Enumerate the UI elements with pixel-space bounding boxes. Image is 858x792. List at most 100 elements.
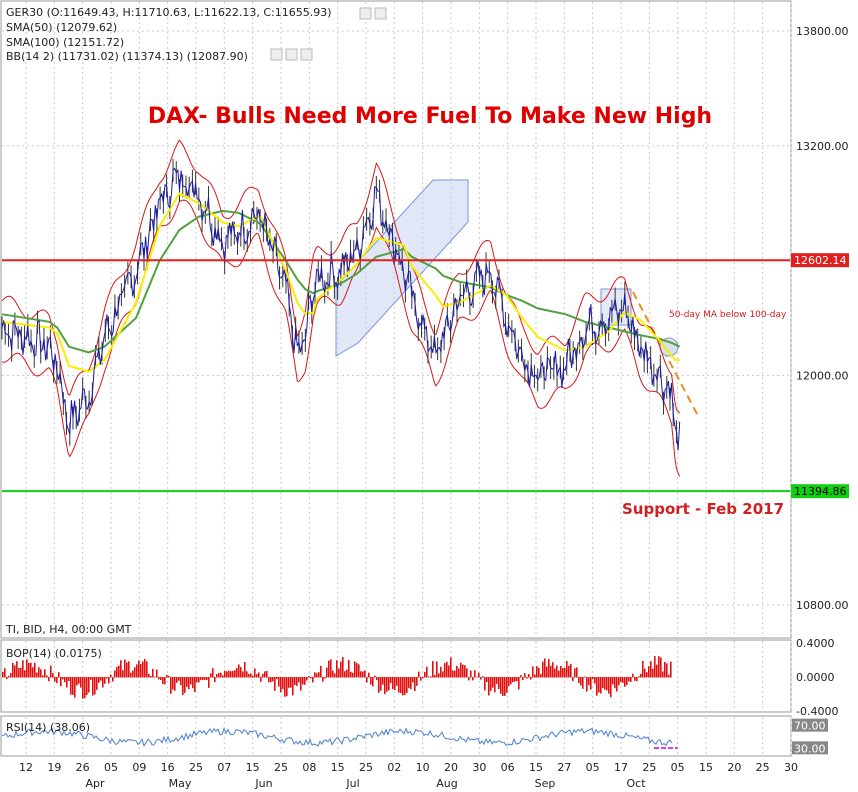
- bop-bar: [60, 677, 62, 687]
- bop-bar: [386, 677, 388, 692]
- x-tick-label: 09: [132, 761, 146, 774]
- bop-bar: [414, 677, 416, 692]
- bop-bar: [404, 677, 406, 695]
- bop-bar: [236, 668, 238, 678]
- x-tick-label: 12: [19, 761, 33, 774]
- bop-bar: [64, 677, 66, 683]
- x-tick-label: 27: [557, 761, 571, 774]
- settings-icon[interactable]: [270, 48, 283, 61]
- bop-bar: [16, 661, 18, 678]
- bop-bar: [252, 675, 254, 678]
- bop-bar: [536, 666, 538, 678]
- bop-bar: [176, 677, 178, 683]
- bop-bar: [66, 677, 68, 688]
- bop-bar: [298, 677, 300, 683]
- x-tick-label: 25: [189, 761, 203, 774]
- bop-bar: [668, 674, 670, 678]
- bop-bar: [598, 677, 600, 693]
- bop-bar: [38, 667, 40, 678]
- bop-bar: [210, 673, 212, 678]
- bop-bar: [152, 668, 154, 678]
- bop-bar: [204, 677, 206, 680]
- timeframe-readout: TI, BID, H4, 00:00 GMT: [5, 623, 132, 636]
- x-tick-label: 25: [359, 761, 373, 774]
- bop-bar: [132, 670, 134, 678]
- bop-bar: [572, 677, 574, 681]
- x-tick-label: 02: [387, 761, 401, 774]
- bop-bar: [482, 676, 484, 678]
- bop-bar: [592, 677, 594, 680]
- settings-icon[interactable]: [359, 7, 372, 20]
- bop-bar: [582, 677, 584, 689]
- bop-bar: [140, 663, 142, 678]
- bop-bar: [2, 671, 4, 678]
- x-tick-label: 05: [104, 761, 118, 774]
- bop-bar: [548, 659, 550, 678]
- bop-bar: [48, 677, 50, 682]
- x-tick-label: 05: [586, 761, 600, 774]
- bop-bar: [492, 677, 494, 688]
- y-tick-label: 10800.00: [796, 599, 849, 612]
- bop-bar: [178, 677, 180, 681]
- bop-bar: [358, 664, 360, 678]
- bop-bar: [162, 677, 164, 684]
- bop-bar: [346, 669, 348, 678]
- bop-bar: [244, 661, 246, 678]
- bop-bar: [630, 677, 632, 682]
- bop-bar: [238, 664, 240, 678]
- bop-bar: [460, 662, 462, 678]
- bop-bar: [230, 671, 232, 678]
- bop-bar: [554, 668, 556, 678]
- bop-bar: [248, 673, 250, 678]
- symbol-readout: GER30 (O:11649.43, H:11710.63, L:11622.1…: [6, 6, 332, 19]
- bop-bar: [206, 677, 208, 680]
- bop-bar: [458, 668, 460, 678]
- bop-bar: [142, 661, 144, 678]
- bop-bar: [636, 677, 638, 682]
- settings-icon[interactable]: [285, 48, 298, 61]
- bop-bar: [566, 661, 568, 678]
- bop-bar: [124, 659, 126, 678]
- bop-bar: [80, 677, 82, 688]
- bop-bar: [270, 677, 272, 683]
- bop-bar: [614, 677, 616, 689]
- bop-bar: [22, 660, 24, 678]
- bop-bar: [310, 677, 312, 679]
- x-month-label: Sep: [535, 777, 556, 790]
- close-icon[interactable]: [374, 7, 387, 20]
- bop-bar: [184, 677, 186, 693]
- bop-bar: [524, 673, 526, 678]
- bop-bar: [150, 675, 152, 678]
- y-tick-label: 13200.00: [796, 140, 849, 153]
- bop-bar: [164, 677, 166, 685]
- bop-bar: [118, 665, 120, 678]
- bop-bar: [420, 677, 422, 681]
- bop-bar: [100, 677, 102, 681]
- bop-bar: [596, 677, 598, 696]
- y-tick-label: 0.0000: [796, 671, 835, 684]
- bop-bar: [640, 673, 642, 678]
- x-tick-label: 25: [642, 761, 656, 774]
- bop-bar: [560, 665, 562, 678]
- bop-bar: [508, 677, 510, 687]
- bop-bar: [122, 670, 124, 678]
- bop-bar: [626, 677, 628, 686]
- bop-bar: [504, 677, 506, 696]
- bop-bar: [490, 677, 492, 691]
- bop-bar: [330, 659, 332, 678]
- bop-bar: [540, 674, 542, 678]
- x-tick-label: 08: [302, 761, 316, 774]
- bop-bar: [610, 677, 612, 698]
- bop-bar: [190, 677, 192, 685]
- y-tick-label: 13800.00: [796, 25, 849, 38]
- bop-bar: [550, 665, 552, 678]
- bop-bar: [188, 677, 190, 690]
- bop-bar: [158, 677, 160, 680]
- close-icon[interactable]: [300, 48, 313, 61]
- bop-bar: [182, 677, 184, 695]
- bop-bar: [544, 658, 546, 678]
- bop-bar: [280, 677, 282, 693]
- bop-bar: [436, 661, 438, 678]
- bop-bar: [296, 677, 298, 686]
- bop-bar: [32, 667, 34, 678]
